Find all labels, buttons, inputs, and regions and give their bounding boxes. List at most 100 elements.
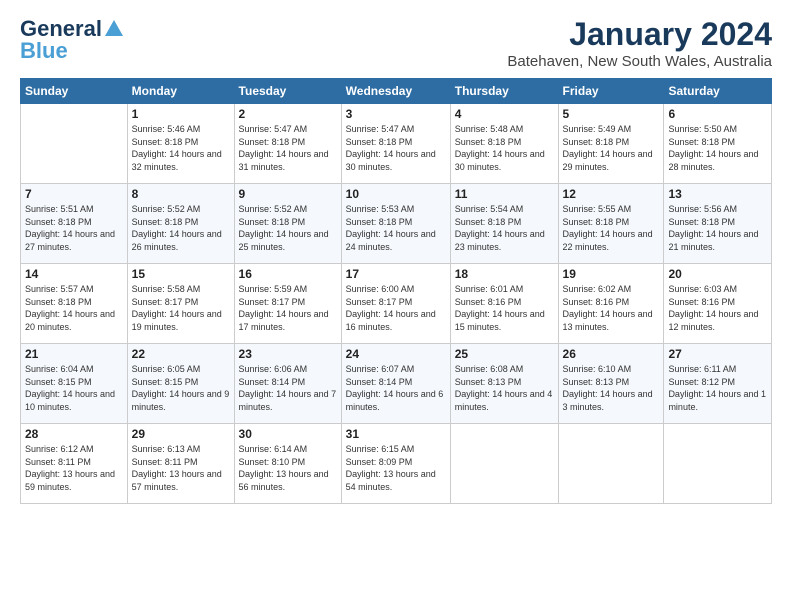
cell-sunset: Sunset: 8:18 PM	[239, 216, 337, 229]
header-sunday: Sunday	[21, 79, 128, 104]
cell-daylight: Daylight: 14 hours and 32 minutes.	[132, 148, 230, 173]
cell-day-number: 18	[455, 267, 554, 281]
calendar-cell: 30 Sunrise: 6:14 AM Sunset: 8:10 PM Dayl…	[234, 424, 341, 504]
cell-sunrise: Sunrise: 6:08 AM	[455, 363, 554, 376]
cell-daylight: Daylight: 14 hours and 6 minutes.	[346, 388, 446, 413]
calendar-cell: 8 Sunrise: 5:52 AM Sunset: 8:18 PM Dayli…	[127, 184, 234, 264]
cell-daylight: Daylight: 13 hours and 56 minutes.	[239, 468, 337, 493]
calendar-cell: 20 Sunrise: 6:03 AM Sunset: 8:16 PM Dayl…	[664, 264, 772, 344]
cell-sunset: Sunset: 8:13 PM	[563, 376, 660, 389]
cell-daylight: Daylight: 14 hours and 21 minutes.	[668, 228, 767, 253]
header-friday: Friday	[558, 79, 664, 104]
cell-sunset: Sunset: 8:18 PM	[563, 216, 660, 229]
header-saturday: Saturday	[664, 79, 772, 104]
calendar-cell: 16 Sunrise: 5:59 AM Sunset: 8:17 PM Dayl…	[234, 264, 341, 344]
cell-day-number: 4	[455, 107, 554, 121]
cell-daylight: Daylight: 14 hours and 28 minutes.	[668, 148, 767, 173]
header-monday: Monday	[127, 79, 234, 104]
calendar-cell: 3 Sunrise: 5:47 AM Sunset: 8:18 PM Dayli…	[341, 104, 450, 184]
title-block: January 2024 Batehaven, New South Wales,…	[507, 16, 772, 70]
cell-sunset: Sunset: 8:18 PM	[668, 136, 767, 149]
calendar-cell: 1 Sunrise: 5:46 AM Sunset: 8:18 PM Dayli…	[127, 104, 234, 184]
cell-day-number: 6	[668, 107, 767, 121]
cell-day-number: 12	[563, 187, 660, 201]
cell-sunrise: Sunrise: 6:15 AM	[346, 443, 446, 456]
cell-daylight: Daylight: 13 hours and 57 minutes.	[132, 468, 230, 493]
calendar-cell: 12 Sunrise: 5:55 AM Sunset: 8:18 PM Dayl…	[558, 184, 664, 264]
header: General Blue January 2024 Batehaven, New…	[20, 16, 772, 70]
cell-day-number: 29	[132, 427, 230, 441]
cell-daylight: Daylight: 14 hours and 16 minutes.	[346, 308, 446, 333]
cell-sunrise: Sunrise: 5:57 AM	[25, 283, 123, 296]
cell-sunset: Sunset: 8:13 PM	[455, 376, 554, 389]
week-row-2: 7 Sunrise: 5:51 AM Sunset: 8:18 PM Dayli…	[21, 184, 772, 264]
cell-sunset: Sunset: 8:18 PM	[455, 136, 554, 149]
calendar-cell: 19 Sunrise: 6:02 AM Sunset: 8:16 PM Dayl…	[558, 264, 664, 344]
cell-daylight: Daylight: 14 hours and 30 minutes.	[455, 148, 554, 173]
logo: General Blue	[20, 16, 125, 64]
cell-daylight: Daylight: 14 hours and 25 minutes.	[239, 228, 337, 253]
calendar-cell: 23 Sunrise: 6:06 AM Sunset: 8:14 PM Dayl…	[234, 344, 341, 424]
cell-sunrise: Sunrise: 6:13 AM	[132, 443, 230, 456]
calendar-cell: 6 Sunrise: 5:50 AM Sunset: 8:18 PM Dayli…	[664, 104, 772, 184]
cell-day-number: 11	[455, 187, 554, 201]
cell-day-number: 31	[346, 427, 446, 441]
cell-sunset: Sunset: 8:16 PM	[668, 296, 767, 309]
cell-daylight: Daylight: 14 hours and 7 minutes.	[239, 388, 337, 413]
cell-daylight: Daylight: 14 hours and 30 minutes.	[346, 148, 446, 173]
cell-sunrise: Sunrise: 6:06 AM	[239, 363, 337, 376]
cell-sunrise: Sunrise: 5:47 AM	[239, 123, 337, 136]
cell-sunrise: Sunrise: 5:47 AM	[346, 123, 446, 136]
calendar-cell: 28 Sunrise: 6:12 AM Sunset: 8:11 PM Dayl…	[21, 424, 128, 504]
calendar-cell: 29 Sunrise: 6:13 AM Sunset: 8:11 PM Dayl…	[127, 424, 234, 504]
cell-sunset: Sunset: 8:10 PM	[239, 456, 337, 469]
cell-sunrise: Sunrise: 5:52 AM	[239, 203, 337, 216]
cell-sunrise: Sunrise: 5:52 AM	[132, 203, 230, 216]
cell-day-number: 28	[25, 427, 123, 441]
cell-sunset: Sunset: 8:18 PM	[455, 216, 554, 229]
cell-sunrise: Sunrise: 5:48 AM	[455, 123, 554, 136]
cell-daylight: Daylight: 14 hours and 19 minutes.	[132, 308, 230, 333]
cell-daylight: Daylight: 14 hours and 31 minutes.	[239, 148, 337, 173]
cell-day-number: 27	[668, 347, 767, 361]
calendar-cell: 26 Sunrise: 6:10 AM Sunset: 8:13 PM Dayl…	[558, 344, 664, 424]
cell-day-number: 22	[132, 347, 230, 361]
calendar-cell: 21 Sunrise: 6:04 AM Sunset: 8:15 PM Dayl…	[21, 344, 128, 424]
cell-day-number: 13	[668, 187, 767, 201]
calendar-cell: 24 Sunrise: 6:07 AM Sunset: 8:14 PM Dayl…	[341, 344, 450, 424]
calendar-cell: 2 Sunrise: 5:47 AM Sunset: 8:18 PM Dayli…	[234, 104, 341, 184]
calendar-cell: 18 Sunrise: 6:01 AM Sunset: 8:16 PM Dayl…	[450, 264, 558, 344]
cell-sunset: Sunset: 8:09 PM	[346, 456, 446, 469]
cell-day-number: 9	[239, 187, 337, 201]
calendar-header-row: Sunday Monday Tuesday Wednesday Thursday…	[21, 79, 772, 104]
cell-sunrise: Sunrise: 5:50 AM	[668, 123, 767, 136]
calendar-cell: 31 Sunrise: 6:15 AM Sunset: 8:09 PM Dayl…	[341, 424, 450, 504]
cell-sunrise: Sunrise: 6:01 AM	[455, 283, 554, 296]
cell-sunrise: Sunrise: 6:05 AM	[132, 363, 230, 376]
cell-sunset: Sunset: 8:16 PM	[455, 296, 554, 309]
cell-daylight: Daylight: 14 hours and 27 minutes.	[25, 228, 123, 253]
cell-day-number: 25	[455, 347, 554, 361]
calendar-cell: 25 Sunrise: 6:08 AM Sunset: 8:13 PM Dayl…	[450, 344, 558, 424]
cell-daylight: Daylight: 14 hours and 4 minutes.	[455, 388, 554, 413]
cell-sunset: Sunset: 8:15 PM	[132, 376, 230, 389]
cell-daylight: Daylight: 14 hours and 20 minutes.	[25, 308, 123, 333]
cell-sunrise: Sunrise: 5:49 AM	[563, 123, 660, 136]
cell-day-number: 24	[346, 347, 446, 361]
cell-daylight: Daylight: 13 hours and 54 minutes.	[346, 468, 446, 493]
header-tuesday: Tuesday	[234, 79, 341, 104]
calendar-cell: 10 Sunrise: 5:53 AM Sunset: 8:18 PM Dayl…	[341, 184, 450, 264]
cell-daylight: Daylight: 14 hours and 22 minutes.	[563, 228, 660, 253]
cell-sunset: Sunset: 8:14 PM	[346, 376, 446, 389]
cell-sunrise: Sunrise: 5:51 AM	[25, 203, 123, 216]
cell-sunrise: Sunrise: 6:04 AM	[25, 363, 123, 376]
cell-day-number: 19	[563, 267, 660, 281]
cell-sunset: Sunset: 8:18 PM	[25, 296, 123, 309]
cell-sunset: Sunset: 8:18 PM	[132, 136, 230, 149]
cell-sunset: Sunset: 8:18 PM	[132, 216, 230, 229]
calendar-cell: 15 Sunrise: 5:58 AM Sunset: 8:17 PM Dayl…	[127, 264, 234, 344]
cell-sunrise: Sunrise: 5:56 AM	[668, 203, 767, 216]
cell-sunset: Sunset: 8:17 PM	[239, 296, 337, 309]
cell-day-number: 2	[239, 107, 337, 121]
cell-sunset: Sunset: 8:15 PM	[25, 376, 123, 389]
